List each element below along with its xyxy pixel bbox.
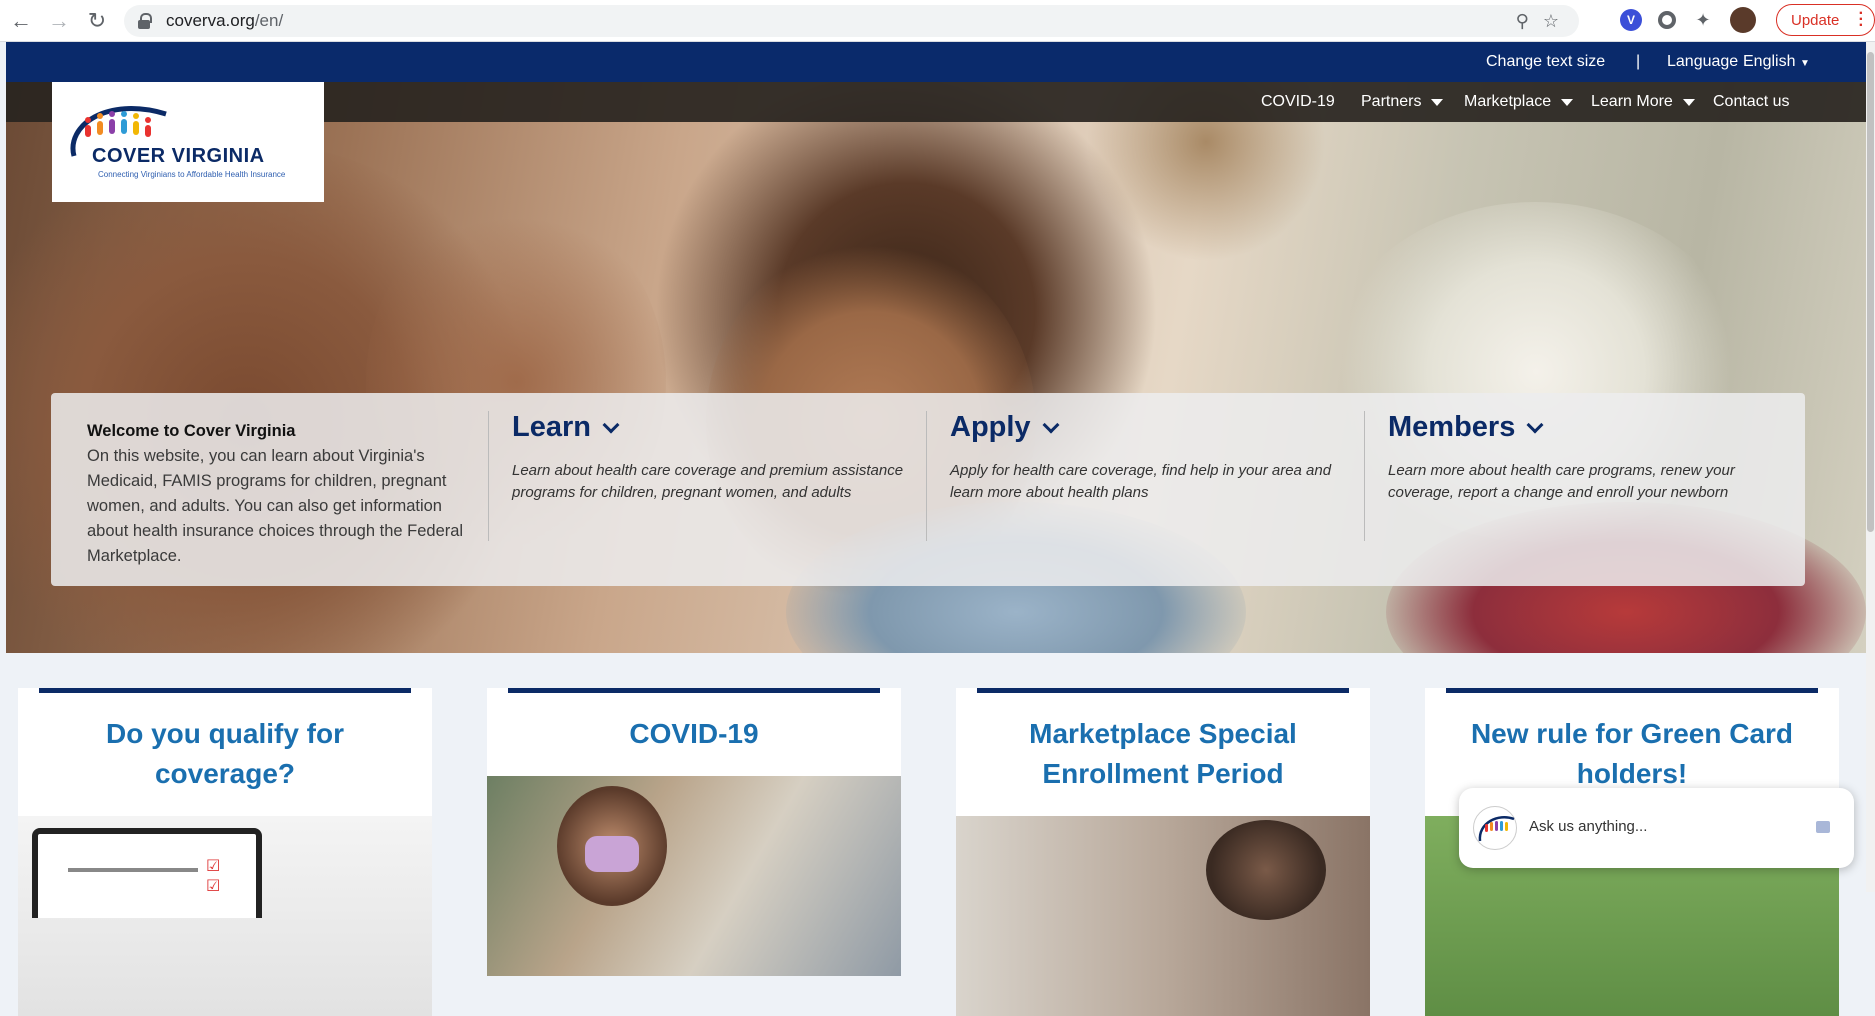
card-title: Marketplace Special Enrollment Period (1029, 718, 1297, 789)
extension-v-icon[interactable]: V (1620, 9, 1642, 31)
nav-label: Marketplace (1464, 93, 1552, 110)
divider (1364, 411, 1365, 541)
nav-learn-more[interactable]: Learn More (1591, 93, 1695, 111)
profile-avatar[interactable] (1730, 7, 1756, 33)
utility-bar: Change text size | Language English ▼ (6, 42, 1866, 82)
members-description: Learn more about health care programs, r… (1388, 462, 1735, 501)
extensions-puzzle-icon[interactable]: ✦ (1692, 9, 1714, 31)
card-accent-bar (1446, 688, 1818, 693)
card-covid-19[interactable]: COVID-19 (487, 688, 901, 976)
language-value: English (1743, 53, 1796, 70)
apply-column: Apply Apply for health care coverage, fi… (950, 411, 1350, 504)
nav-partners[interactable]: Partners (1361, 93, 1444, 111)
url-domain: coverva.org (166, 11, 255, 30)
divider (488, 411, 489, 541)
address-bar[interactable]: coverva.org/en/ ⚲ ☆ (124, 5, 1579, 37)
menu-dots-icon[interactable]: · · · (1859, 6, 1864, 34)
url-path: /en/ (254, 11, 284, 30)
nav-label: Partners (1361, 93, 1422, 110)
card-marketplace-sep[interactable]: Marketplace Special Enrollment Period (956, 688, 1370, 1016)
update-button[interactable]: Update · · · (1776, 4, 1875, 36)
card-accent-bar (39, 688, 411, 693)
apply-description: Apply for health care coverage, find hel… (950, 462, 1332, 501)
scrollbar-thumb[interactable] (1867, 52, 1874, 532)
divider (926, 411, 927, 541)
forward-icon[interactable]: → (42, 4, 76, 38)
caret-down-icon (1561, 98, 1574, 106)
site-logo[interactable]: COVER VIRGINIA Connecting Virginians to … (52, 82, 324, 202)
nav-covid-19[interactable]: COVID-19 (1261, 93, 1335, 111)
apply-heading[interactable]: Apply (950, 411, 1350, 444)
welcome-heading: Welcome to Cover Virginia (87, 422, 296, 440)
logo-tagline: Connecting Virginians to Affordable Heal… (98, 170, 286, 179)
utility-separator: | (1636, 53, 1641, 70)
update-label: Update (1791, 11, 1840, 29)
nav-label: COVID-19 (1261, 93, 1335, 110)
chat-widget[interactable]: Ask us anything... (1459, 788, 1854, 868)
lock-icon (138, 13, 152, 29)
reload-icon[interactable]: ↻ (80, 4, 114, 38)
card-qualify[interactable]: Do you qualify for coverage? ☑ ☑ (18, 688, 432, 1016)
card-image: ☑ ☑ (18, 816, 432, 1016)
learn-title: Learn (512, 411, 591, 443)
page-scrollbar[interactable] (1866, 42, 1875, 892)
send-icon[interactable] (1816, 821, 1830, 833)
members-heading[interactable]: Members (1388, 411, 1788, 444)
nav-marketplace[interactable]: Marketplace (1464, 93, 1574, 111)
language-label: Language (1667, 53, 1739, 70)
card-title: Do you qualify for coverage? (106, 718, 344, 789)
chat-bot-avatar (1473, 806, 1517, 850)
welcome-body: On this website, you can learn about Vir… (87, 447, 464, 565)
card-title: New rule for Green Card holders! (1470, 718, 1794, 789)
logo-people-icon (1478, 816, 1515, 842)
card-title: COVID-19 (629, 718, 759, 749)
zoom-icon[interactable]: ⚲ (1516, 11, 1529, 32)
change-text-size-link[interactable]: Change text size (1486, 53, 1605, 71)
caret-down-icon (1431, 98, 1444, 106)
card-accent-bar (977, 688, 1349, 693)
caret-down-icon (1682, 98, 1695, 106)
logo-title: COVER VIRGINIA (92, 145, 265, 167)
language-select[interactable]: English ▼ (1743, 53, 1810, 71)
chevron-down-icon (602, 416, 620, 433)
caret-down-icon: ▼ (1799, 58, 1810, 69)
bookmark-star-icon[interactable]: ☆ (1543, 11, 1559, 32)
card-image (956, 816, 1370, 1016)
card-accent-bar (508, 688, 880, 693)
chevron-down-icon (1526, 416, 1544, 433)
members-title: Members (1388, 411, 1516, 443)
nav-label: Learn More (1591, 93, 1673, 110)
members-column: Members Learn more about health care pro… (1388, 411, 1788, 504)
nav-contact-us[interactable]: Contact us (1713, 93, 1789, 111)
learn-description: Learn about health care coverage and pre… (512, 462, 904, 501)
chat-input[interactable]: Ask us anything... (1529, 818, 1647, 835)
extension-circle-icon[interactable] (1658, 11, 1676, 29)
nav-label: Contact us (1713, 93, 1790, 110)
browser-toolbar: ← → ↻ coverva.org/en/ ⚲ ☆ V ✦ Update · · · (0, 0, 1875, 42)
welcome-text: Welcome to Cover Virginia On this websit… (87, 419, 467, 569)
back-icon[interactable]: ← (4, 4, 38, 38)
card-image (487, 776, 901, 976)
learn-column: Learn Learn about health care coverage a… (512, 411, 912, 504)
learn-heading[interactable]: Learn (512, 411, 912, 444)
chevron-down-icon (1042, 416, 1060, 433)
apply-title: Apply (950, 411, 1031, 443)
intro-panel: Welcome to Cover Virginia On this websit… (51, 393, 1805, 586)
